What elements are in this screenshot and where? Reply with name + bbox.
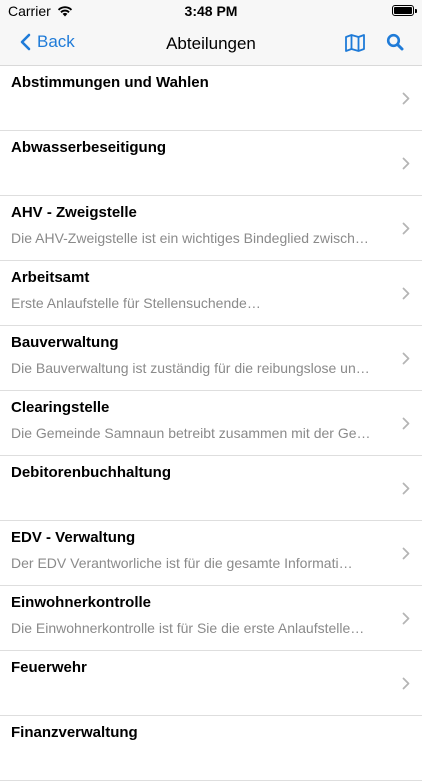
- list-item[interactable]: Feuerwehr: [0, 651, 422, 716]
- list-item-title: Bauverwaltung: [11, 334, 119, 351]
- list-item-title: Einwohnerkontrolle: [11, 594, 152, 611]
- chevron-right-icon: [402, 352, 410, 365]
- list-item-title: Clearingstelle: [11, 399, 110, 416]
- list-item-title: Finanzverwaltung: [11, 724, 138, 741]
- map-button[interactable]: [344, 33, 366, 58]
- list-item-title: Abstimmungen und Wahlen: [11, 74, 209, 91]
- list-item[interactable]: Abwasserbeseitigung: [0, 131, 422, 196]
- chevron-right-icon: [402, 417, 410, 430]
- list-item-title: Feuerwehr: [11, 659, 87, 676]
- chevron-right-icon: [402, 547, 410, 560]
- battery-icon: [392, 5, 417, 16]
- list-item[interactable]: Einwohnerkontrolle Die Einwohnerkontroll…: [0, 586, 422, 651]
- list-item-subtitle: Die Einwohnerkontrolle ist für Sie die e…: [11, 620, 365, 636]
- list-item[interactable]: EDV - Verwaltung Der EDV Verantworliche …: [0, 521, 422, 586]
- chevron-right-icon: [402, 482, 410, 495]
- chevron-right-icon: [402, 157, 410, 170]
- status-bar: Carrier 3:48 PM: [0, 0, 422, 22]
- search-button[interactable]: [386, 33, 404, 56]
- list-item-subtitle: Die Gemeinde Samnaun betreibt zusammen m…: [11, 425, 371, 441]
- list-item-title: Arbeitsamt: [11, 269, 90, 286]
- navigation-bar: Back Abteilungen: [0, 22, 422, 66]
- list-item[interactable]: Arbeitsamt Erste Anlaufstelle für Stelle…: [0, 261, 422, 326]
- list-item-title: Debitorenbuchhaltung: [11, 464, 171, 481]
- status-time: 3:48 PM: [184, 3, 238, 19]
- list-item-subtitle: Erste Anlaufstelle für Stellensuchende…: [11, 295, 261, 311]
- list-item-subtitle: Der EDV Verantworliche ist für die gesam…: [11, 555, 353, 571]
- department-list: Abstimmungen und Wahlen Abwasserbeseitig…: [0, 66, 422, 781]
- map-icon: [345, 34, 365, 52]
- list-item-subtitle: Die Bauverwaltung ist zuständig für die …: [11, 360, 370, 376]
- list-item[interactable]: Bauverwaltung Die Bauverwaltung ist zust…: [0, 326, 422, 391]
- list-item[interactable]: Clearingstelle Die Gemeinde Samnaun betr…: [0, 391, 422, 456]
- list-item[interactable]: AHV - Zweigstelle Die AHV-Zweigstelle is…: [0, 196, 422, 261]
- chevron-right-icon: [402, 92, 410, 105]
- list-item-title: AHV - Zweigstelle: [11, 204, 137, 221]
- list-item-title: EDV - Verwaltung: [11, 529, 136, 546]
- list-item-subtitle: Die AHV-Zweigstelle ist ein wichtiges Bi…: [11, 230, 369, 246]
- list-item[interactable]: Abstimmungen und Wahlen: [0, 66, 422, 131]
- chevron-right-icon: [402, 287, 410, 300]
- list-item[interactable]: Finanzverwaltung: [0, 716, 422, 781]
- list-item-title: Abwasserbeseitigung: [11, 139, 167, 156]
- list-item[interactable]: Debitorenbuchhaltung: [0, 456, 422, 521]
- chevron-right-icon: [402, 677, 410, 690]
- chevron-right-icon: [402, 612, 410, 625]
- chevron-right-icon: [402, 222, 410, 235]
- search-icon: [386, 33, 404, 51]
